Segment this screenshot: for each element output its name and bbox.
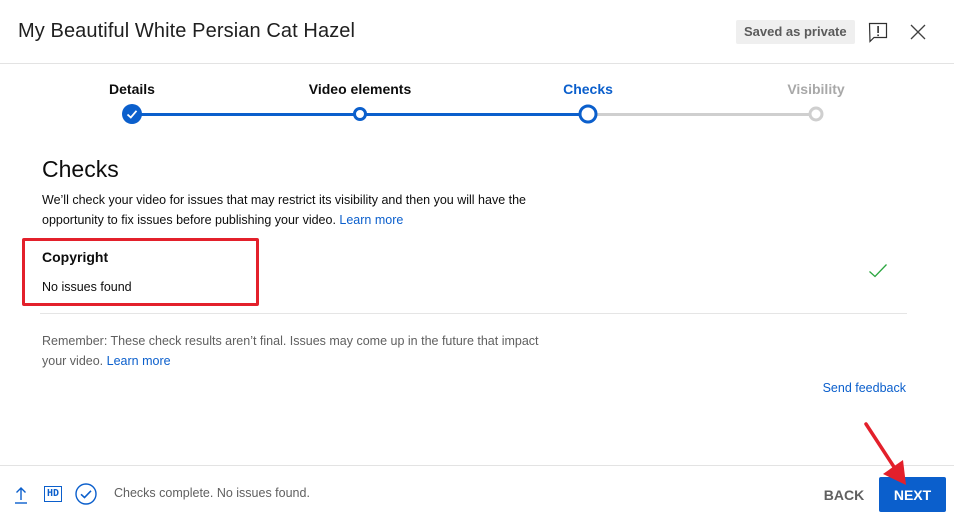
section-title: Checks [42, 156, 119, 182]
upload-icon[interactable] [13, 485, 29, 505]
checkmark-icon [126, 110, 138, 119]
reminder-text-block: Remember: These check results aren’t fin… [42, 331, 562, 371]
step-checks-node [578, 104, 598, 124]
step-video-elements[interactable]: Video elements [309, 81, 411, 97]
send-feedback-link[interactable]: Send feedback [823, 381, 906, 395]
step-details[interactable]: Details [109, 81, 155, 97]
step-details-node [122, 104, 142, 124]
progress-track-remaining [588, 113, 816, 116]
progress-stepper: Details Video elements Checks Visibility [0, 64, 954, 134]
close-icon[interactable] [906, 20, 930, 44]
dialog-footer: HD Checks complete. No issues found. BAC… [0, 465, 954, 519]
step-checks[interactable]: Checks [563, 81, 613, 97]
check-circle-icon[interactable] [74, 482, 98, 506]
report-feedback-icon[interactable] [866, 20, 890, 44]
divider [40, 313, 907, 314]
check-icon [869, 264, 887, 278]
back-button[interactable]: BACK [814, 478, 874, 512]
learn-more-link[interactable]: Learn more [339, 213, 403, 227]
copyright-check-title: Copyright [42, 249, 109, 265]
footer-status-text: Checks complete. No issues found. [114, 486, 310, 500]
saved-status-badge: Saved as private [736, 20, 855, 44]
reminder-learn-more-link[interactable]: Learn more [107, 354, 171, 368]
next-button[interactable]: NEXT [879, 477, 946, 512]
description-text: We’ll check your video for issues that m… [42, 193, 526, 227]
step-visibility[interactable]: Visibility [787, 81, 844, 97]
video-title: My Beautiful White Persian Cat Hazel [18, 20, 356, 42]
copyright-check-status: No issues found [42, 280, 132, 294]
step-video-elements-node [353, 107, 367, 121]
hd-icon[interactable]: HD [44, 486, 62, 502]
dialog-header: My Beautiful White Persian Cat Hazel Sav… [0, 0, 954, 64]
step-visibility-node [808, 106, 824, 122]
checks-description: We’ll check your video for issues that m… [42, 190, 582, 230]
